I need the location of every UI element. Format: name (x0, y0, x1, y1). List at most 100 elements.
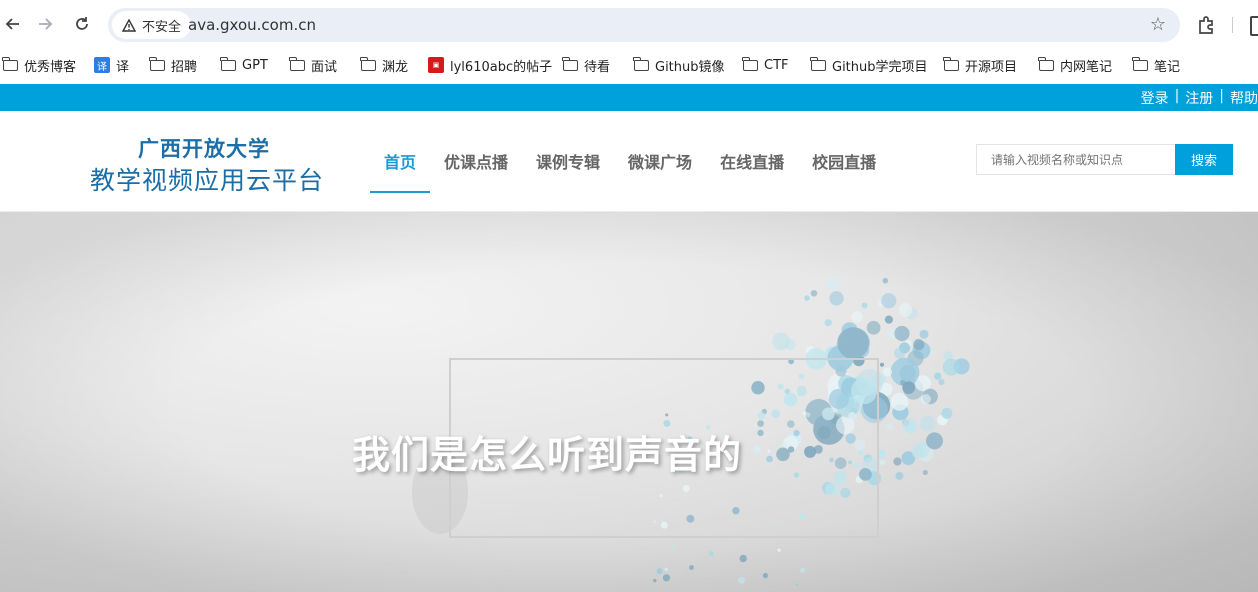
decor-bubble (826, 277, 840, 290)
forward-button[interactable] (32, 11, 58, 37)
decor-bubble (926, 432, 943, 450)
translate-icon: 译 (94, 57, 110, 73)
puzzle-icon (1199, 16, 1213, 34)
site-top-bar: 登录 | 注册 | 帮助 (0, 84, 1258, 111)
nav-item-campus-live[interactable]: 校园直播 (798, 111, 890, 211)
decor-bubble (879, 459, 886, 466)
decor-bubble (851, 311, 863, 323)
side-panel-icon[interactable] (1250, 16, 1258, 36)
search-input[interactable] (976, 144, 1175, 175)
folder-icon (810, 56, 826, 71)
nav-item-live[interactable]: 在线直播 (706, 111, 798, 211)
folder-icon (220, 56, 236, 71)
bookmark-item[interactable]: ▣ lyl610abc的帖子 (428, 55, 552, 75)
decor-bubble (919, 415, 936, 432)
logo-title[interactable]: 广西开放大学 (138, 133, 270, 163)
decor-bubble (911, 446, 925, 459)
folder-icon (1132, 56, 1148, 71)
bookmark-item[interactable]: Github镜像 (633, 55, 725, 75)
decor-bubble (653, 578, 657, 583)
banner-title: 我们是怎么听到声音的 (352, 433, 743, 477)
url-text[interactable]: ava.gxou.com.cn (188, 16, 316, 34)
security-indicator[interactable]: 不安全 (112, 11, 192, 39)
bookmarks-bar: 优秀博客 译译 招聘 GPT 面试 渊龙 ▣ lyl610abc的帖子 待看 Gi… (0, 49, 1258, 81)
main-nav: 首页 优课点播 课例专辑 微课广场 在线直播 校园直播 (370, 111, 890, 211)
decor-bubble (772, 332, 790, 351)
bookmark-item[interactable]: 招聘 (149, 55, 197, 75)
register-link[interactable]: 注册 (1185, 88, 1213, 108)
decor-bubble (886, 423, 894, 431)
decor-bubble (861, 302, 868, 309)
bookmark-star-icon[interactable]: ☆ (1150, 14, 1166, 35)
decor-bubble (938, 379, 945, 386)
decor-bubble (670, 545, 675, 550)
browser-toolbar: 不安全 ava.gxou.com.cn ☆ (0, 0, 1258, 49)
warning-icon (122, 18, 136, 32)
nav-item-on-demand[interactable]: 优课点播 (430, 111, 522, 211)
decor-bubble (737, 576, 746, 584)
decor-bubble (890, 392, 909, 411)
decor-bubble (880, 362, 884, 367)
decor-bubble (824, 319, 832, 327)
folder-icon (633, 56, 649, 71)
reload-button[interactable] (69, 11, 95, 37)
decor-bubble (920, 394, 932, 405)
folder-icon (360, 56, 376, 71)
decor-bubble (902, 417, 918, 433)
site-header: 广西开放大学 教学视频应用云平台 首页 优课点播 课例专辑 微课广场 在线直播 … (0, 111, 1258, 212)
decor-bubble (686, 574, 689, 577)
decor-bubble (656, 568, 663, 575)
decor-bubble (804, 295, 810, 301)
decor-bubble (664, 567, 668, 571)
hero-banner[interactable]: 我们是怎么听到声音的 (0, 212, 1258, 592)
bookmark-item[interactable]: 译译 (94, 55, 129, 75)
decor-bubble (777, 548, 781, 552)
bookmark-item[interactable]: GPT (220, 55, 268, 75)
decor-bubble (810, 290, 818, 297)
decor-bubble (922, 469, 928, 476)
site-icon: ▣ (428, 57, 444, 73)
decor-bubble (884, 315, 894, 324)
bookmark-item[interactable]: 面试 (289, 55, 337, 75)
bookmark-item[interactable]: Github学完项目 (810, 55, 928, 75)
bookmark-item[interactable]: 待看 (562, 55, 610, 75)
back-button[interactable] (0, 11, 26, 37)
bookmark-item[interactable]: 开源项目 (943, 55, 1017, 75)
login-link[interactable]: 登录 (1141, 88, 1169, 108)
decor-bubble (900, 379, 906, 386)
decor-bubble (866, 320, 881, 335)
decor-bubble (894, 347, 906, 359)
folder-icon (1038, 56, 1054, 71)
nav-item-home[interactable]: 首页 (370, 111, 431, 211)
decor-bubble (882, 277, 889, 284)
bookmark-item[interactable]: 优秀博客 (2, 55, 76, 75)
bookmark-item[interactable]: CTF (742, 55, 789, 75)
decor-bubble (881, 293, 897, 309)
folder-icon (562, 56, 578, 71)
decor-bubble (762, 572, 769, 579)
decor-bubble (913, 339, 925, 351)
decor-bubble (882, 367, 893, 377)
help-link[interactable]: 帮助 (1230, 88, 1258, 108)
folder-icon (943, 56, 959, 71)
logo-subtitle[interactable]: 教学视频应用云平台 (90, 161, 324, 197)
toolbar-divider (1232, 17, 1233, 33)
bookmark-item[interactable]: 渊龙 (360, 55, 408, 75)
nav-item-micro-lessons[interactable]: 微课广场 (614, 111, 706, 211)
decor-bubble (795, 583, 799, 586)
search-button[interactable]: 搜索 (1175, 144, 1233, 175)
decor-bubble (942, 358, 960, 376)
decor-bubble (941, 407, 953, 419)
bookmark-item[interactable]: 内网笔记 (1038, 55, 1112, 75)
decor-bubble (898, 303, 913, 317)
extensions-button[interactable] (1196, 14, 1218, 36)
decor-bubble (837, 327, 869, 359)
arrow-left-icon (5, 18, 19, 30)
address-bar[interactable]: 不安全 ava.gxou.com.cn ☆ (108, 8, 1180, 42)
bookmark-item[interactable]: 笔记 (1132, 55, 1180, 75)
decor-bubble (895, 471, 904, 480)
decor-bubble (934, 372, 942, 380)
security-label: 不安全 (142, 19, 182, 35)
arrow-right-icon (39, 18, 53, 30)
nav-item-albums[interactable]: 课例专辑 (522, 111, 614, 211)
